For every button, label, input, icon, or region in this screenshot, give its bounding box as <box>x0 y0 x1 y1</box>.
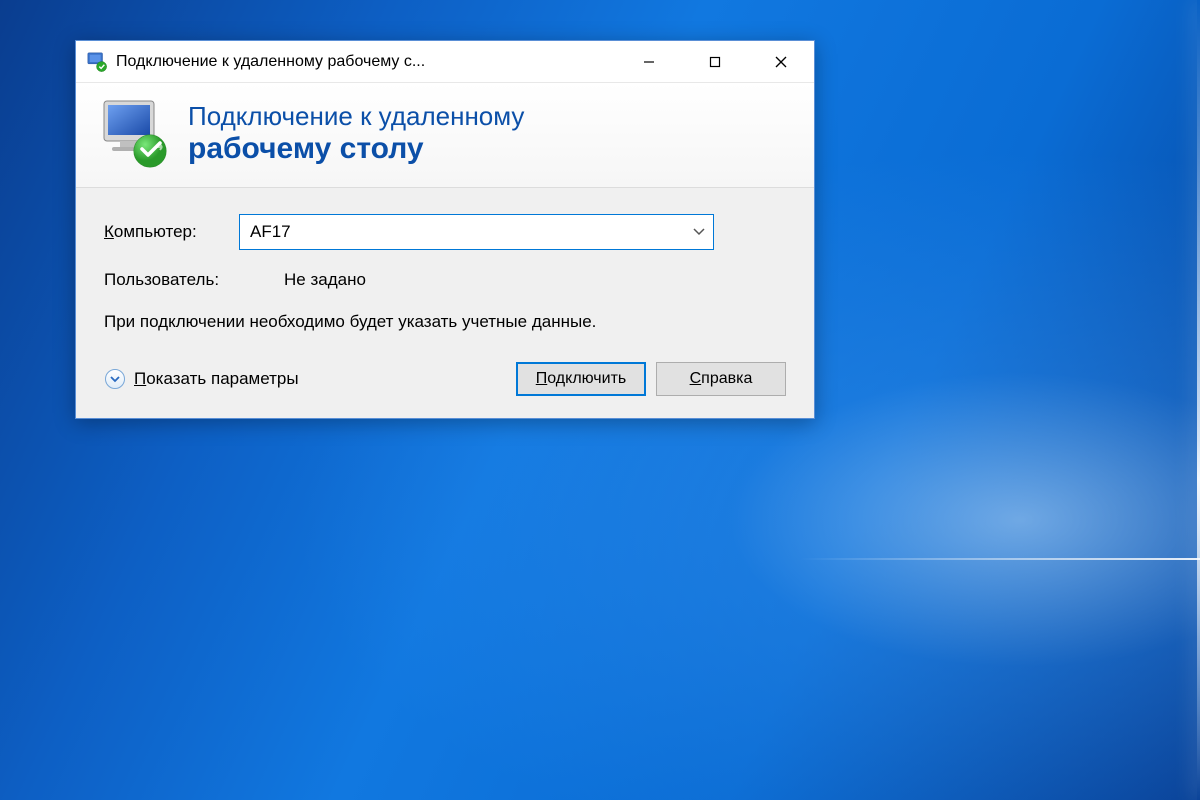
connect-button[interactable]: Подключить <box>516 362 646 396</box>
rdp-dialog-window: Подключение к удаленному рабочему с... <box>75 40 815 419</box>
expand-icon <box>104 368 126 390</box>
header-banner: Подключение к удаленному рабочему столу <box>76 83 814 188</box>
window-title: Подключение к удаленному рабочему с... <box>116 53 616 71</box>
maximize-button[interactable] <box>682 41 748 82</box>
computer-label: Компьютер: <box>104 222 239 242</box>
titlebar[interactable]: Подключение к удаленному рабочему с... <box>76 41 814 83</box>
user-value: Не задано <box>284 270 366 290</box>
header-text: Подключение к удаленному рабочему столу <box>188 101 792 166</box>
desktop-background: Подключение к удаленному рабочему с... <box>0 0 1200 800</box>
chevron-down-icon <box>110 375 120 383</box>
app-icon <box>86 51 108 73</box>
help-button[interactable]: Справка <box>656 362 786 396</box>
bottom-row: Показать параметры Подключить Справка <box>104 362 786 396</box>
minimize-icon <box>642 55 656 69</box>
show-options-label: Показать параметры <box>134 369 299 389</box>
close-icon <box>773 54 789 70</box>
computer-row: Компьютер: <box>104 214 786 250</box>
window-controls <box>616 41 814 82</box>
dialog-body: Компьютер: Пользователь: Не задано При п… <box>76 188 814 418</box>
maximize-icon <box>708 55 722 69</box>
decorative-light <box>800 558 1200 560</box>
user-row: Пользователь: Не задано <box>104 270 786 290</box>
minimize-button[interactable] <box>616 41 682 82</box>
info-text: При подключении необходимо будет указать… <box>104 310 786 334</box>
close-button[interactable] <box>748 41 814 82</box>
computer-combobox[interactable] <box>239 214 714 250</box>
header-title-line1: Подключение к удаленному <box>188 101 792 132</box>
dropdown-button[interactable] <box>684 214 714 250</box>
header-title-line2: рабочему столу <box>188 132 792 166</box>
rdp-large-icon <box>98 97 170 169</box>
computer-input[interactable] <box>239 214 714 250</box>
user-label: Пользователь: <box>104 270 284 290</box>
chevron-down-icon <box>693 228 705 236</box>
show-options-link[interactable]: Показать параметры <box>104 368 299 390</box>
